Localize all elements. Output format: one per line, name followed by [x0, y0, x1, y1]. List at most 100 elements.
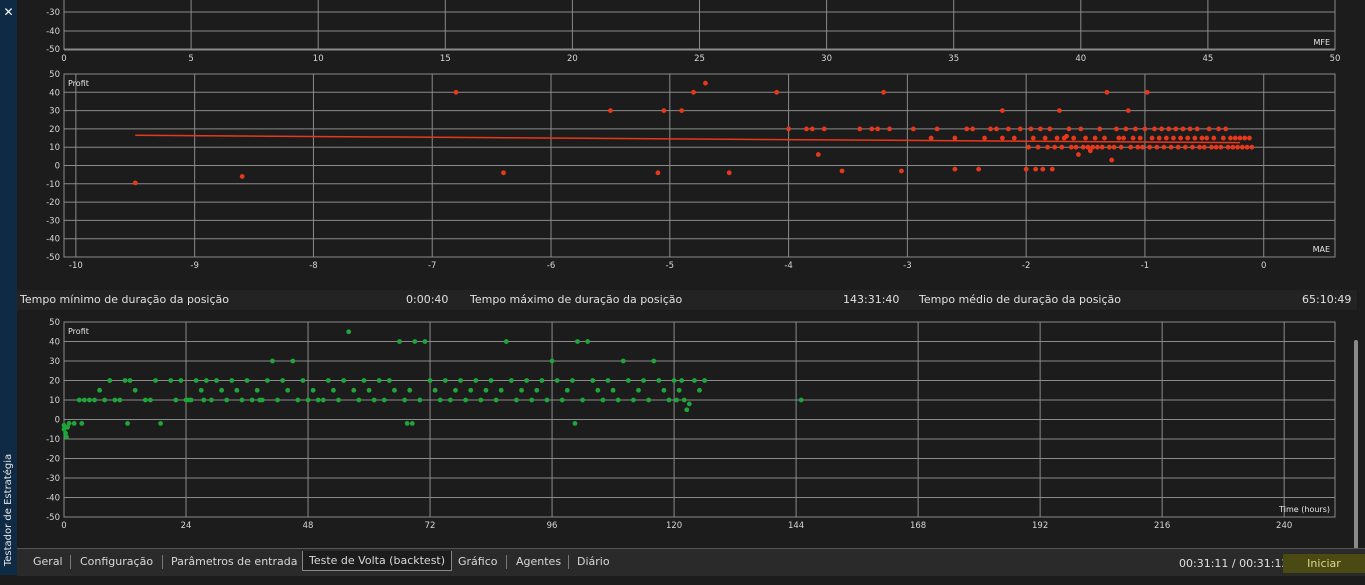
data-point — [1035, 144, 1041, 150]
x-tick-label: -6 — [547, 261, 555, 271]
tester-tabs-bar: Geral Configuração Parâmetros de entrada… — [17, 548, 1365, 576]
data-point — [432, 387, 438, 393]
tab-settings[interactable]: Configuração — [80, 553, 153, 570]
y-tick-label: 20 — [49, 377, 60, 387]
data-point — [1111, 144, 1117, 150]
data-point — [661, 387, 667, 393]
data-point — [575, 339, 580, 344]
data-point — [1118, 144, 1124, 150]
data-point — [681, 397, 687, 403]
data-point — [570, 378, 575, 383]
data-point — [585, 339, 591, 344]
data-point — [798, 397, 804, 403]
tab-journal[interactable]: Diário — [577, 553, 610, 570]
data-point — [503, 339, 509, 344]
data-point — [1168, 144, 1174, 150]
data-point — [264, 378, 270, 383]
data-point — [209, 397, 214, 403]
data-point — [1026, 144, 1031, 150]
data-point — [1000, 135, 1005, 141]
data-point — [1097, 126, 1103, 132]
data-point — [651, 358, 657, 364]
data-point — [970, 126, 976, 132]
data-point — [239, 174, 245, 179]
data-point — [1237, 135, 1243, 141]
data-point — [381, 397, 387, 403]
data-point — [646, 397, 652, 403]
data-point — [910, 126, 916, 132]
data-point — [336, 397, 341, 403]
data-point — [679, 378, 685, 383]
data-point — [468, 387, 474, 393]
data-point — [214, 378, 219, 383]
data-point — [1180, 126, 1186, 132]
x-tick-label: 168 — [910, 521, 926, 531]
data-point — [1137, 135, 1143, 141]
data-point — [1249, 144, 1255, 150]
tab-graph[interactable]: Gráfico — [458, 553, 498, 570]
y-tick-label: 30 — [49, 357, 60, 367]
tab-general[interactable]: Geral — [33, 553, 63, 570]
data-point — [366, 387, 372, 393]
data-point — [239, 397, 245, 403]
data-point — [64, 434, 69, 440]
x-tick-label: 0 — [61, 521, 66, 531]
vertical-scrollbar[interactable] — [1354, 340, 1358, 550]
data-point — [666, 397, 672, 403]
data-point — [1242, 135, 1248, 141]
data-point — [71, 421, 77, 426]
y-tick-label: 40 — [49, 338, 60, 348]
data-point — [804, 126, 809, 132]
data-point — [815, 152, 821, 157]
close-icon[interactable]: ✕ — [2, 6, 15, 19]
data-point — [514, 397, 519, 403]
x-tick-label: 240 — [1276, 521, 1292, 531]
data-point — [1047, 126, 1053, 132]
data-point — [1099, 144, 1105, 150]
data-point — [97, 387, 102, 393]
data-point — [524, 378, 530, 383]
data-point — [1109, 157, 1115, 163]
data-point — [809, 126, 815, 132]
tab-backtest[interactable]: Teste de Volta (backtest) — [302, 551, 453, 571]
data-point — [1104, 89, 1110, 95]
data-point — [1232, 135, 1238, 141]
data-point — [501, 170, 506, 176]
data-point — [952, 166, 958, 172]
data-point — [1213, 144, 1219, 150]
data-point — [305, 397, 311, 403]
data-point — [661, 108, 667, 113]
data-point — [1194, 126, 1200, 132]
tab-separator — [162, 555, 163, 569]
x-tick-label: 192 — [1032, 521, 1048, 531]
data-point — [702, 378, 707, 383]
max-duration-value: 143:31:40 — [843, 293, 900, 306]
data-point — [341, 378, 347, 383]
data-point — [371, 397, 377, 403]
data-point — [158, 421, 163, 426]
data-point — [1114, 126, 1119, 132]
tab-agents[interactable]: Agentes — [516, 553, 561, 570]
data-point — [544, 397, 550, 403]
y-tick-label: 20 — [49, 125, 60, 135]
y-tick-label: -30 — [46, 8, 60, 18]
data-point — [117, 397, 123, 403]
data-point — [869, 126, 875, 132]
y-tick-label: -50 — [46, 253, 60, 263]
data-point — [899, 168, 904, 174]
tab-inputs[interactable]: Parâmetros de entrada — [171, 553, 297, 570]
y-tick-label: -40 — [46, 235, 60, 245]
data-point — [964, 126, 970, 132]
data-point — [447, 397, 453, 403]
data-point — [254, 387, 260, 393]
x-tick-label: -5 — [666, 261, 674, 271]
data-point — [1142, 126, 1148, 132]
start-button[interactable]: Iniciar — [1283, 554, 1365, 573]
data-point — [148, 397, 153, 403]
data-point — [1175, 144, 1181, 150]
data-point — [1071, 135, 1077, 141]
data-point — [1000, 108, 1005, 113]
data-point — [473, 378, 479, 383]
data-point — [1182, 144, 1188, 150]
data-point — [1187, 126, 1193, 132]
